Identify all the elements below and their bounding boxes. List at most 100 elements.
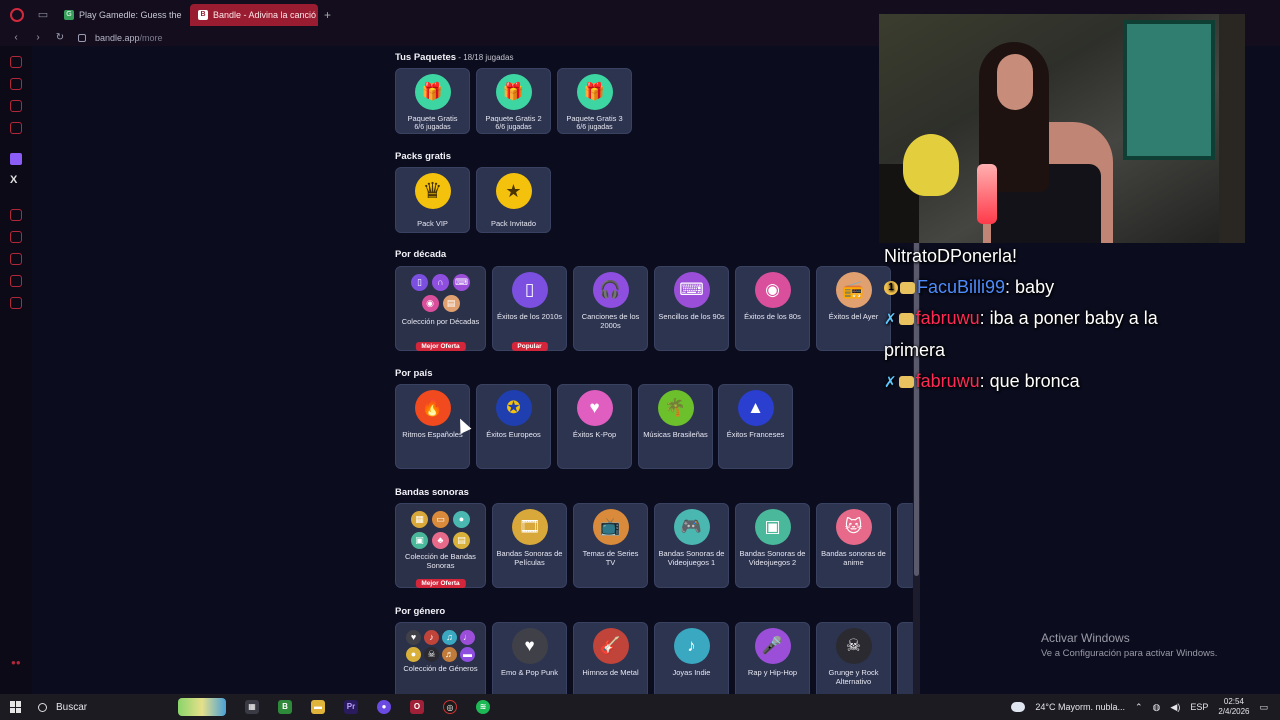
premiere-icon[interactable]: Pr xyxy=(344,700,358,714)
radio-icon: ▤ xyxy=(442,295,460,312)
chat-text: NitratoDPonerla! xyxy=(884,246,1018,266)
card-label: Bandas Sonoras de Videojuegos 2 xyxy=(739,549,806,567)
card-coleccion-decadas[interactable]: ▯ ∩ ⌨ ◉ ▤ Colección por Décadas Mejor Of… xyxy=(395,266,486,351)
card-exitos-kpop[interactable]: ♥ Éxitos K-Pop xyxy=(557,384,632,469)
card-label: Pack Invitado xyxy=(490,219,537,228)
notifications-icon[interactable]: ▭ xyxy=(1259,702,1268,713)
new-tab-icon[interactable]: + xyxy=(324,8,331,22)
card-himnos-metal[interactable]: 🎸 Himnos de Metal xyxy=(573,622,648,694)
card-exitos-franceses[interactable]: ▲ Éxitos Franceses xyxy=(718,384,793,469)
app-green-icon[interactable]: B xyxy=(278,700,292,714)
card-pack-vip[interactable]: ♛ Pack VIP xyxy=(395,167,470,233)
collection-icons: ▦ ▭ ● ▣ ♣ ▤ xyxy=(406,511,476,549)
bandle-favicon-icon: B xyxy=(198,9,208,20)
section-title-packs: Packs gratis xyxy=(395,151,451,162)
card-temas-series-tv[interactable]: 📺 Temas de Series TV xyxy=(573,503,648,588)
tab-overview-icon[interactable]: ▭ xyxy=(36,8,50,22)
tab-bandle[interactable]: B Bandle - Adivina la canció ✕ xyxy=(190,3,318,26)
clock[interactable]: 02:54 2/4/2026 xyxy=(1218,697,1249,717)
card-videojuegos-1[interactable]: 🎮 Bandas Sonoras de Videojuegos 1 xyxy=(654,503,729,588)
weather-text[interactable]: 24°C Mayorm. nubla... xyxy=(1035,702,1125,712)
spotify-icon[interactable]: ≋ xyxy=(476,700,490,714)
task-view-icon[interactable]: ▦ xyxy=(245,700,259,714)
sidebar-icon-7[interactable] xyxy=(10,209,22,221)
sidebar-icon-8[interactable] xyxy=(10,231,22,243)
card-partial[interactable] xyxy=(897,503,913,588)
messenger-icon[interactable] xyxy=(10,100,22,112)
card-partial[interactable] xyxy=(897,622,913,694)
card-exitos-ayer[interactable]: 📻 Éxitos del Ayer xyxy=(816,266,891,351)
card-emo-pop-punk[interactable]: ♥ Emo & Pop Punk xyxy=(492,622,567,694)
ticket-star-icon: ★ xyxy=(495,173,532,209)
opera-taskbar-icon[interactable]: O xyxy=(410,700,424,714)
card-exitos-2010s[interactable]: ▯ Éxitos de los 2010s Popular xyxy=(492,266,567,351)
sidebar-icon-4[interactable] xyxy=(10,122,22,134)
card-sencillos-90s[interactable]: ⌨ Sencillos de los 90s xyxy=(654,266,729,351)
card-bandas-sonoras-peliculas[interactable]: 🎞 Bandas Sonoras de Películas xyxy=(492,503,567,588)
opera-logo-icon[interactable] xyxy=(10,7,24,22)
discord-icon[interactable]: ● xyxy=(377,700,391,714)
history-icon[interactable] xyxy=(10,253,22,265)
card-paquete-gratis-3[interactable]: 🎁 Paquete Gratis 3 6/6 jugadas xyxy=(557,68,632,134)
twitch-icon[interactable] xyxy=(10,153,22,165)
sidebar-icon-1[interactable] xyxy=(10,56,22,68)
acoustic-guitar-icon: ♪ xyxy=(673,628,710,664)
card-musicas-brasilenas[interactable]: 🌴 Músicas Brasileñas xyxy=(638,384,713,469)
collection-icons: ▯ ∩ ⌨ ◉ ▤ xyxy=(406,274,476,312)
card-label: Sencillos de los 90s xyxy=(658,312,725,321)
card-bandas-sonoras-anime[interactable]: 🐱 Bandas sonoras de anime xyxy=(816,503,891,588)
reload-icon[interactable]: ↻ xyxy=(54,32,66,43)
cat-icon: ♣ xyxy=(432,532,449,549)
sidebar-icon-10[interactable] xyxy=(10,275,22,287)
card-joyas-indie[interactable]: ♪ Joyas Indie xyxy=(654,622,729,694)
card-videojuegos-2[interactable]: ▣ Bandas Sonoras de Videojuegos 2 xyxy=(735,503,810,588)
search-placeholder: Buscar xyxy=(56,701,88,713)
card-label: Pack VIP xyxy=(417,219,448,228)
film-icon: ▦ xyxy=(411,511,428,528)
network-icon[interactable]: ◍ xyxy=(1153,702,1161,713)
url-field[interactable]: bandle.app/more xyxy=(95,33,163,43)
weather-icon xyxy=(1011,702,1026,712)
sidebar-more-icon[interactable]: ●● xyxy=(11,658,21,667)
popular-badge: Popular xyxy=(511,342,548,351)
forward-icon[interactable]: › xyxy=(32,32,44,43)
card-canciones-2000s[interactable]: 🎧 Canciones de los 2000s xyxy=(573,266,648,351)
gamepad-icon: ● xyxy=(453,511,470,528)
card-paquete-gratis-2[interactable]: 🎁 Paquete Gratis 2 6/6 jugadas xyxy=(476,68,551,134)
section-title-genero: Por género xyxy=(395,606,446,617)
search-highlight-image xyxy=(178,698,226,716)
back-icon[interactable]: ‹ xyxy=(10,32,22,43)
obs-icon[interactable]: ◎ xyxy=(443,700,457,714)
tab-gamedle[interactable]: G Play Gamedle: Guess the xyxy=(56,4,184,26)
tray-chevron-icon[interactable]: ⌃ xyxy=(1135,702,1143,713)
phone-icon: ▯ xyxy=(511,272,548,308)
vinyl-icon: ◉ xyxy=(754,272,791,308)
x-icon[interactable]: X xyxy=(10,174,17,186)
windows-start-icon[interactable] xyxy=(10,701,22,713)
best-offer-badge: Mejor Oferta xyxy=(415,579,466,588)
card-coleccion-bandas-sonoras[interactable]: ▦ ▭ ● ▣ ♣ ▤ Colección de Bandas Sonoras … xyxy=(395,503,486,588)
card-exitos-80s[interactable]: ◉ Éxitos de los 80s xyxy=(735,266,810,351)
card-pack-invitado[interactable]: ★ Pack Invitado xyxy=(476,167,551,233)
file-explorer-icon[interactable]: ▬ xyxy=(311,700,325,714)
card-paquete-gratis[interactable]: 🎁 Paquete Gratis 6/6 jugadas xyxy=(395,68,470,134)
sidebar-icon-2[interactable] xyxy=(10,78,22,90)
settings-icon[interactable] xyxy=(10,297,22,309)
eiffel-tower-icon: ▲ xyxy=(737,390,774,426)
film-icon: 🎞 xyxy=(511,509,548,545)
flame-icon: 🔥 xyxy=(414,390,451,426)
card-label: Himnos de Metal xyxy=(582,668,639,677)
language-indicator[interactable]: ESP xyxy=(1190,702,1208,712)
url-host: bandle.app xyxy=(95,32,140,43)
card-sub: 6/6 jugadas xyxy=(414,124,451,131)
radio-icon: 📻 xyxy=(835,272,872,308)
volume-icon[interactable]: ◀) xyxy=(1170,702,1180,713)
card-coleccion-generos[interactable]: ♥ ♪ ♫ ♩ ● ☠ ♬ ▬ Colección de Géneros xyxy=(395,622,486,694)
tv-icon: ▭ xyxy=(432,511,449,528)
card-exitos-europeos[interactable]: ✪ Éxitos Europeos xyxy=(476,384,551,469)
taskbar-search[interactable]: Buscar xyxy=(38,697,226,717)
activate-windows-watermark: Activar Windows Ve a Configuración para … xyxy=(1041,631,1217,659)
disc-icon: ● xyxy=(406,647,421,662)
card-rap-hip-hop[interactable]: 🎤 Rap y Hip-Hop xyxy=(735,622,810,694)
card-grunge-rock[interactable]: ☠ Grunge y Rock Alternativo xyxy=(816,622,891,694)
